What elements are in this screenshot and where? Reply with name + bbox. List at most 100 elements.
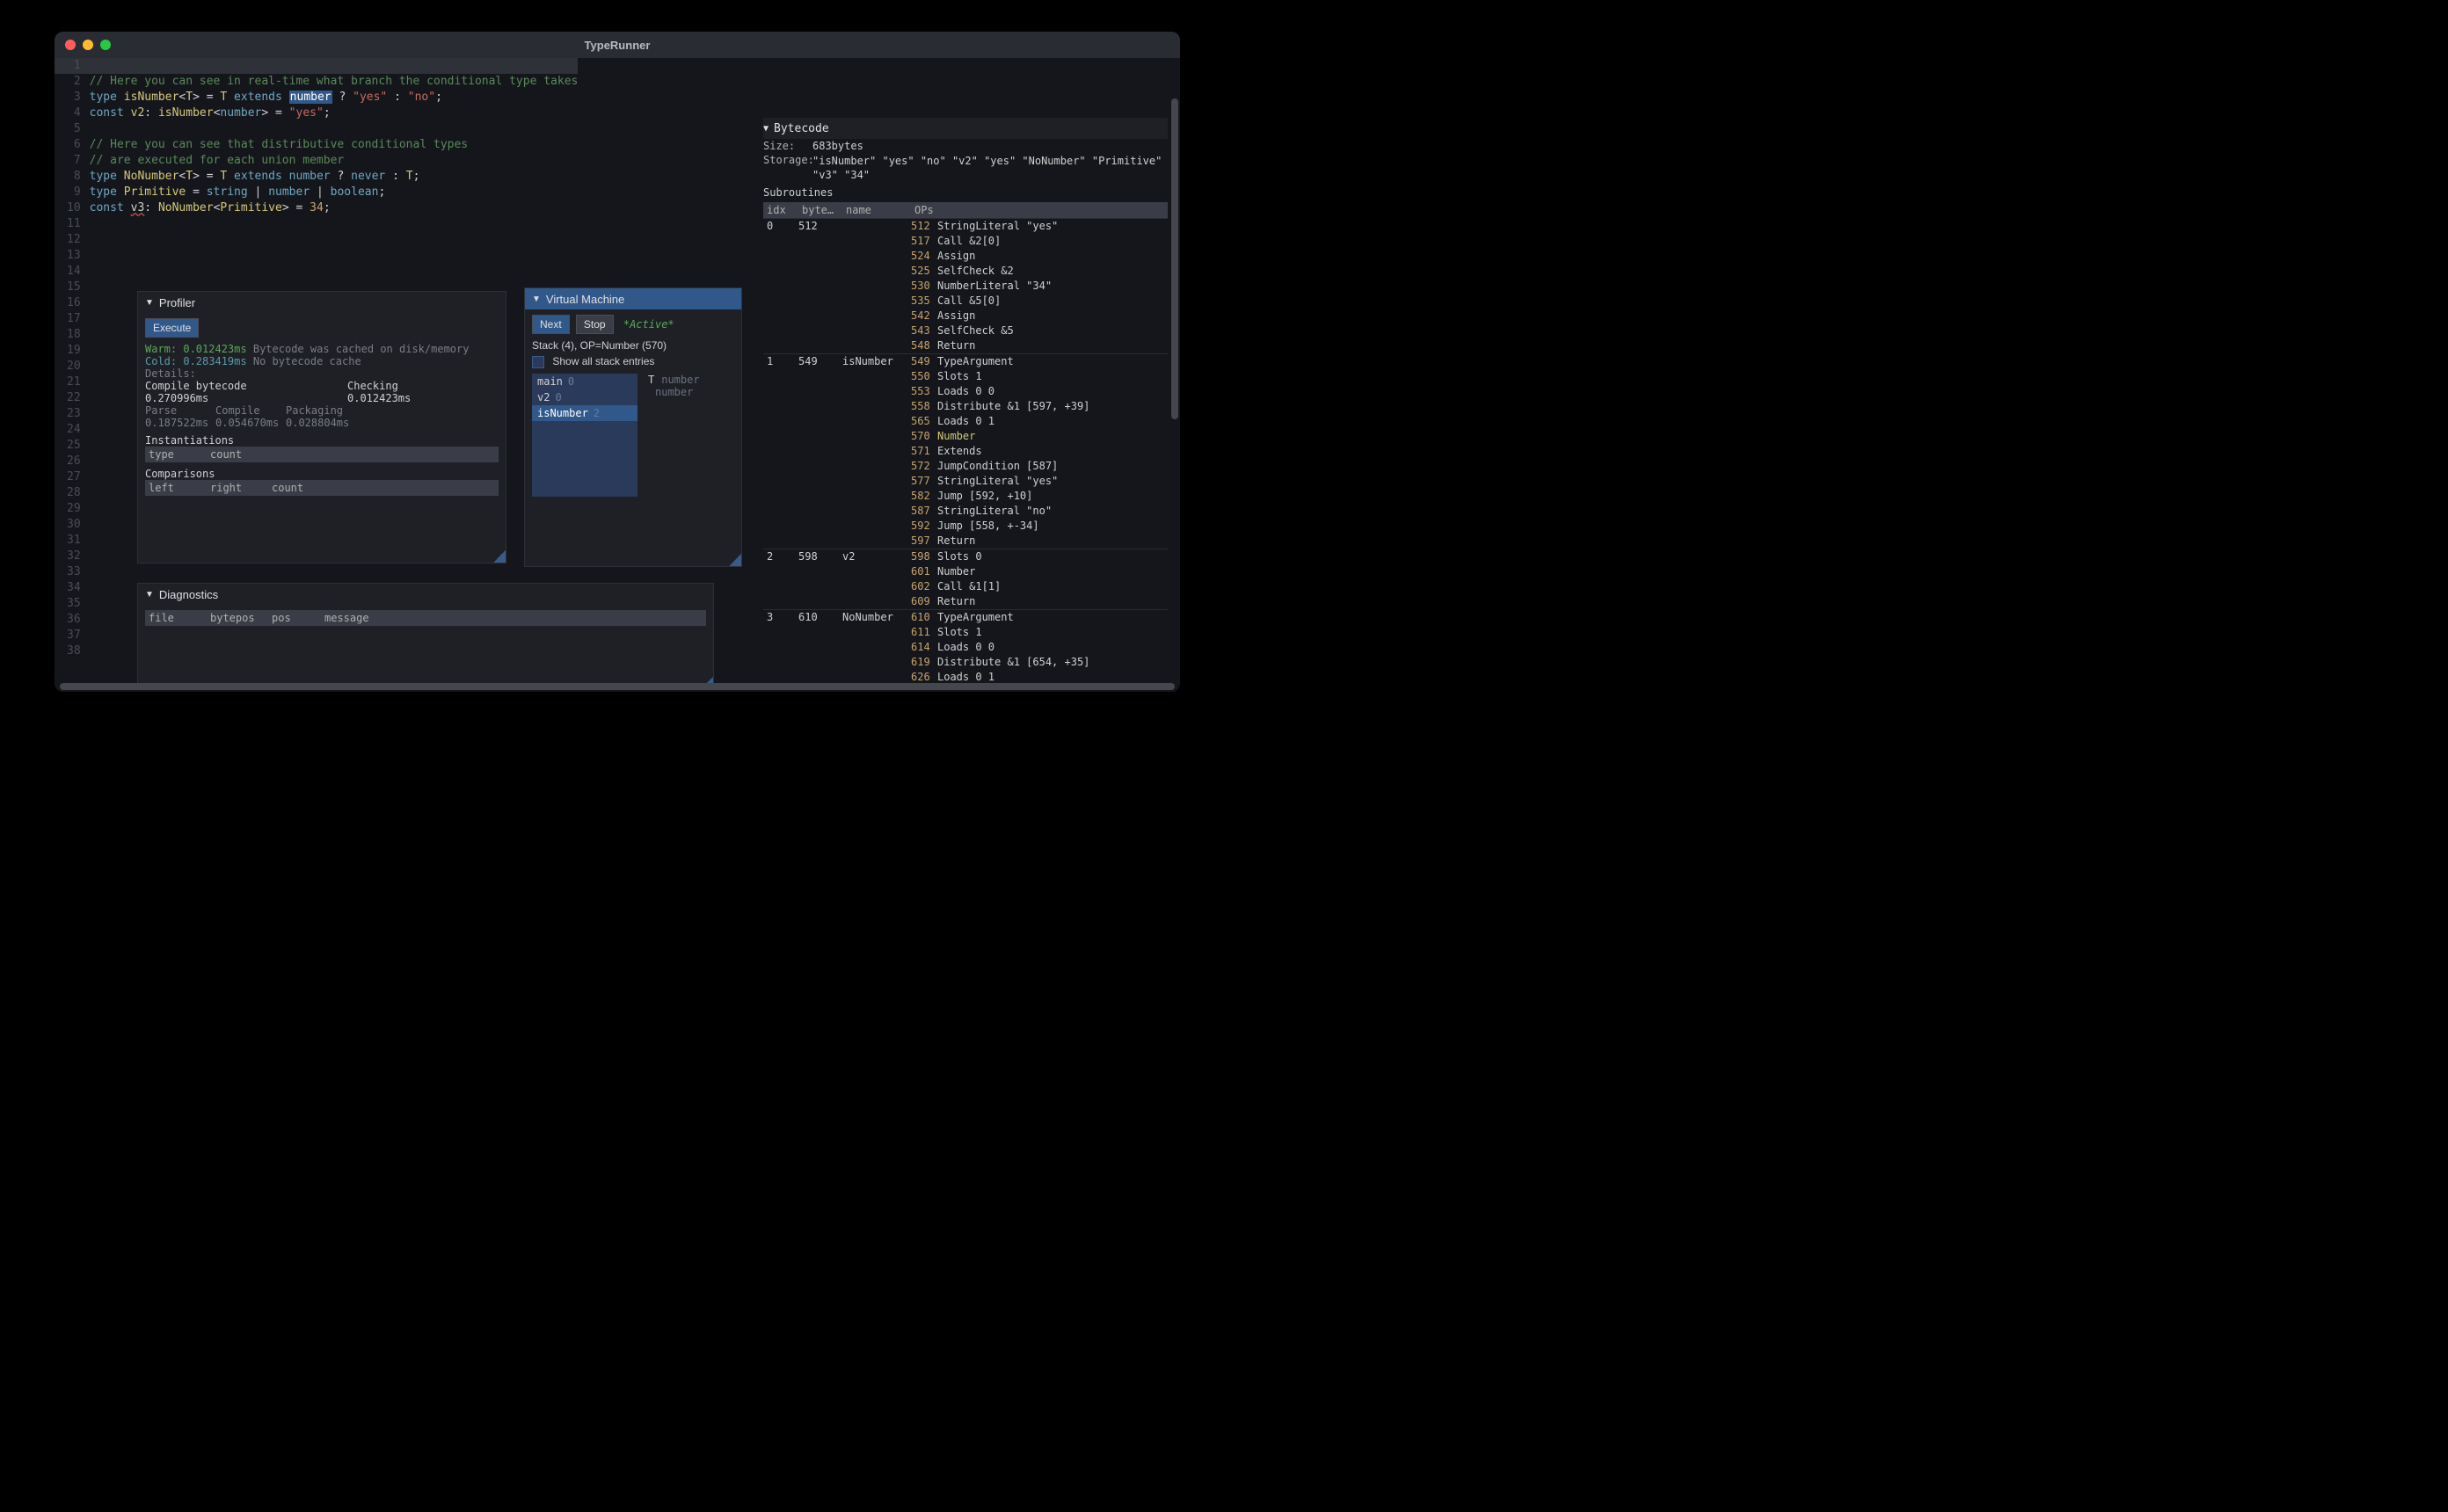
diagnostics-title: Diagnostics <box>159 588 218 601</box>
op-line[interactable]: 530NumberLiteral "34" <box>911 279 1168 294</box>
op-line[interactable]: 553Loads 0 0 <box>911 384 1168 399</box>
op-line[interactable]: 602Call &1[1] <box>911 579 1168 594</box>
code-line[interactable] <box>90 121 579 137</box>
op-line[interactable]: 570Number <box>911 429 1168 444</box>
profiler-header[interactable]: ▼ Profiler <box>138 292 506 313</box>
gutter: 3 <box>55 90 90 105</box>
show-all-label: Show all stack entries <box>552 355 654 367</box>
gutter: 30 <box>55 517 90 533</box>
op-line[interactable]: 614Loads 0 0 <box>911 640 1168 655</box>
op-line[interactable]: 524Assign <box>911 249 1168 264</box>
op-line[interactable]: 598Slots 0 <box>911 549 1168 564</box>
vm-header[interactable]: ▼ Virtual Machine <box>525 288 741 309</box>
vm-body: Next Stop *Active* Stack (4), OP=Number … <box>525 309 741 502</box>
op-line[interactable]: 558Distribute &1 [597, +39] <box>911 399 1168 414</box>
stop-button[interactable]: Stop <box>576 315 614 334</box>
op-line[interactable]: 609Return <box>911 594 1168 609</box>
bytecode-panel[interactable]: ▼ Bytecode Size: 683bytes Storage: "isNu… <box>763 118 1168 671</box>
disclosure-triangle-icon[interactable]: ▼ <box>145 590 154 600</box>
op-line[interactable]: 535Call &5[0] <box>911 294 1168 309</box>
code-line[interactable]: type isNumber<T> = T extends number ? "y… <box>90 90 579 105</box>
gutter: 20 <box>55 359 90 374</box>
vm-frame[interactable]: v20 <box>532 389 638 405</box>
vm-var: number <box>648 386 700 398</box>
scrollbar-vertical[interactable] <box>1171 98 1178 419</box>
gutter: 33 <box>55 564 90 580</box>
code-line[interactable] <box>90 216 579 232</box>
code-line[interactable]: type NoNumber<T> = T extends number ? ne… <box>90 169 579 185</box>
compile-bytecode-label: Compile bytecode <box>145 380 347 392</box>
vm-frame[interactable]: isNumber2 <box>532 405 638 421</box>
parse-label: Parse <box>145 404 215 417</box>
op-line[interactable]: 548Return <box>911 338 1168 353</box>
code-line[interactable]: type Primitive = string | number | boole… <box>90 185 579 200</box>
op-line[interactable]: 619Distribute &1 [654, +35] <box>911 655 1168 670</box>
subroutine-row: 0512512StringLiteral "yes"517Call &2[0]5… <box>763 218 1168 353</box>
op-line[interactable]: 571Extends <box>911 444 1168 459</box>
window-title: TypeRunner <box>55 39 1180 52</box>
diagnostics-header[interactable]: ▼ Diagnostics <box>138 584 713 605</box>
code-line[interactable]: // Here you can see in real-time what br… <box>90 74 579 90</box>
op-line[interactable]: 577StringLiteral "yes" <box>911 474 1168 489</box>
op-line[interactable]: 549TypeArgument <box>911 354 1168 369</box>
show-all-checkbox[interactable] <box>532 356 544 368</box>
op-line[interactable]: 601Number <box>911 564 1168 579</box>
cold-label: Cold: <box>145 355 177 367</box>
bytecode-header[interactable]: ▼ Bytecode <box>763 118 1168 139</box>
op-line[interactable]: 582Jump [592, +10] <box>911 489 1168 504</box>
gutter: 5 <box>55 121 90 137</box>
profiler-panel[interactable]: ▼ Profiler Execute Warm: 0.012423ms Byte… <box>137 291 506 563</box>
op-line[interactable]: 592Jump [558, +-34] <box>911 519 1168 534</box>
execute-button[interactable]: Execute <box>145 318 199 338</box>
gutter: 7 <box>55 153 90 169</box>
gutter: 17 <box>55 311 90 327</box>
next-button[interactable]: Next <box>532 315 570 334</box>
code-line[interactable] <box>90 232 579 248</box>
op-line[interactable]: 587StringLiteral "no" <box>911 504 1168 519</box>
diagnostics-header-row: file bytepos pos message <box>145 610 706 626</box>
op-line[interactable]: 512StringLiteral "yes" <box>911 219 1168 234</box>
scrollbar-horizontal[interactable] <box>60 683 1175 690</box>
op-line[interactable]: 572JumpCondition [587] <box>911 459 1168 474</box>
op-line[interactable]: 517Call &2[0] <box>911 234 1168 249</box>
details-label: Details: <box>145 367 499 380</box>
code-line[interactable] <box>90 264 579 280</box>
subroutines-header: idx byte… name OPs <box>763 202 1168 218</box>
op-line[interactable]: 597Return <box>911 534 1168 549</box>
resize-handle-icon[interactable] <box>493 550 506 563</box>
op-line[interactable]: 611Slots 1 <box>911 625 1168 640</box>
code-line[interactable]: const v2: isNumber<number> = "yes"; <box>90 105 579 121</box>
op-line[interactable]: 542Assign <box>911 309 1168 323</box>
vm-stack-label: Stack (4), OP=Number (570) <box>532 339 734 352</box>
gutter: 23 <box>55 406 90 422</box>
vm-active-label: *Active* <box>623 318 674 331</box>
vm-frame[interactable]: main0 <box>532 374 638 389</box>
size-value: 683bytes <box>812 140 863 152</box>
disclosure-triangle-icon[interactable]: ▼ <box>532 294 541 304</box>
code-line[interactable]: const v3: NoNumber<Primitive> = 34; <box>90 200 579 216</box>
gutter: 38 <box>55 643 90 659</box>
code-line[interactable]: // are executed for each union member <box>90 153 579 169</box>
op-line[interactable]: 550Slots 1 <box>911 369 1168 384</box>
gutter: 24 <box>55 422 90 438</box>
code-line[interactable] <box>90 58 579 74</box>
resize-handle-icon[interactable] <box>729 554 741 566</box>
compile-label: Compile <box>215 404 286 417</box>
disclosure-triangle-icon[interactable]: ▼ <box>145 298 154 308</box>
op-line[interactable]: 525SelfCheck &2 <box>911 264 1168 279</box>
gutter: 1 <box>55 58 90 74</box>
code-line[interactable] <box>90 564 579 580</box>
compile-bytecode-time: 0.270996ms <box>145 392 347 404</box>
op-line[interactable]: 543SelfCheck &5 <box>911 323 1168 338</box>
gutter: 15 <box>55 280 90 295</box>
disclosure-triangle-icon[interactable]: ▼ <box>763 124 769 134</box>
gutter: 35 <box>55 596 90 612</box>
op-line[interactable]: 565Loads 0 1 <box>911 414 1168 429</box>
code-line[interactable]: // Here you can see that distributive co… <box>90 137 579 153</box>
gutter: 18 <box>55 327 90 343</box>
code-line[interactable] <box>90 248 579 264</box>
vm-panel[interactable]: ▼ Virtual Machine Next Stop *Active* Sta… <box>524 287 742 567</box>
vm-frames[interactable]: main0v20isNumber2 <box>532 374 638 497</box>
op-line[interactable]: 610TypeArgument <box>911 610 1168 625</box>
diagnostics-panel[interactable]: ▼ Diagnostics file bytepos pos message <box>137 583 714 690</box>
